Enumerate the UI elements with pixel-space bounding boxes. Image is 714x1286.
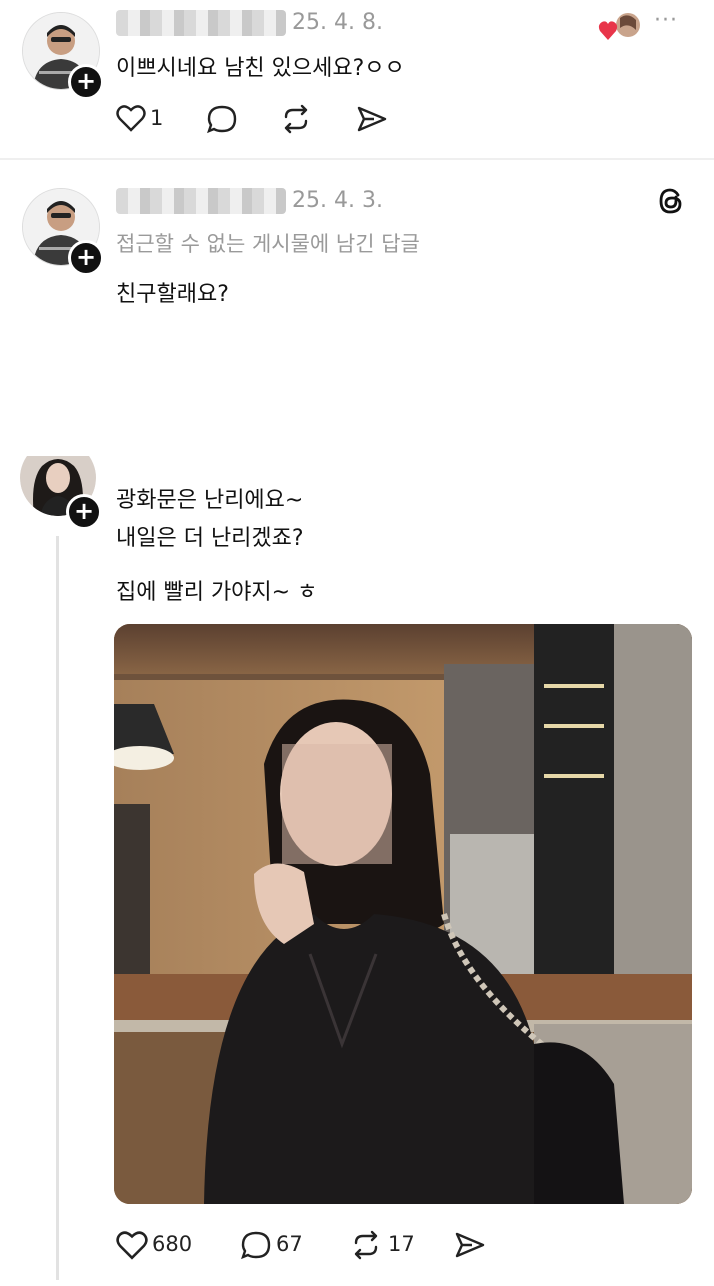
repost-icon[interactable] [350,1230,382,1260]
divider [0,158,714,160]
comment-icon[interactable] [240,1230,272,1260]
follow-plus-icon[interactable]: + [66,494,102,530]
username-blurred[interactable] [116,188,286,214]
post-date: 25. 4. 8. [292,10,383,35]
more-icon[interactable]: ··· [654,8,678,33]
thread-line [56,536,59,1280]
follow-plus-icon[interactable]: + [68,240,104,276]
repost-count: 17 [388,1232,415,1256]
like-count: 680 [152,1232,193,1256]
heart-icon[interactable] [116,1230,148,1260]
post-line-3: 집에 빨리 가야지~ ㅎ [116,580,318,605]
heart-icon[interactable] [116,104,146,132]
share-icon[interactable] [454,1230,486,1260]
follow-plus-icon[interactable]: + [68,64,104,100]
post-body: 이쁘시네요 남친 있으세요?ㅇㅇ [116,56,405,81]
reply-context: 접근할 수 없는 게시물에 남긴 답글 [116,232,420,256]
repost-icon[interactable] [280,104,312,134]
comment-icon[interactable] [206,104,238,134]
like-count: 1 [150,106,164,130]
threads-icon[interactable] [656,186,686,216]
post-line-2: 내일은 더 난리겠죠? [116,526,304,551]
comment-count: 67 [276,1232,303,1256]
post-line-1: 광화문은 난리에요~ [116,488,304,513]
username-blurred[interactable] [116,10,286,36]
liked-by-author-icon [598,12,642,42]
post-date: 25. 4. 3. [292,188,383,213]
post-photo[interactable] [114,624,692,1204]
post-body: 친구할래요? [116,282,229,307]
share-icon[interactable] [356,104,388,134]
